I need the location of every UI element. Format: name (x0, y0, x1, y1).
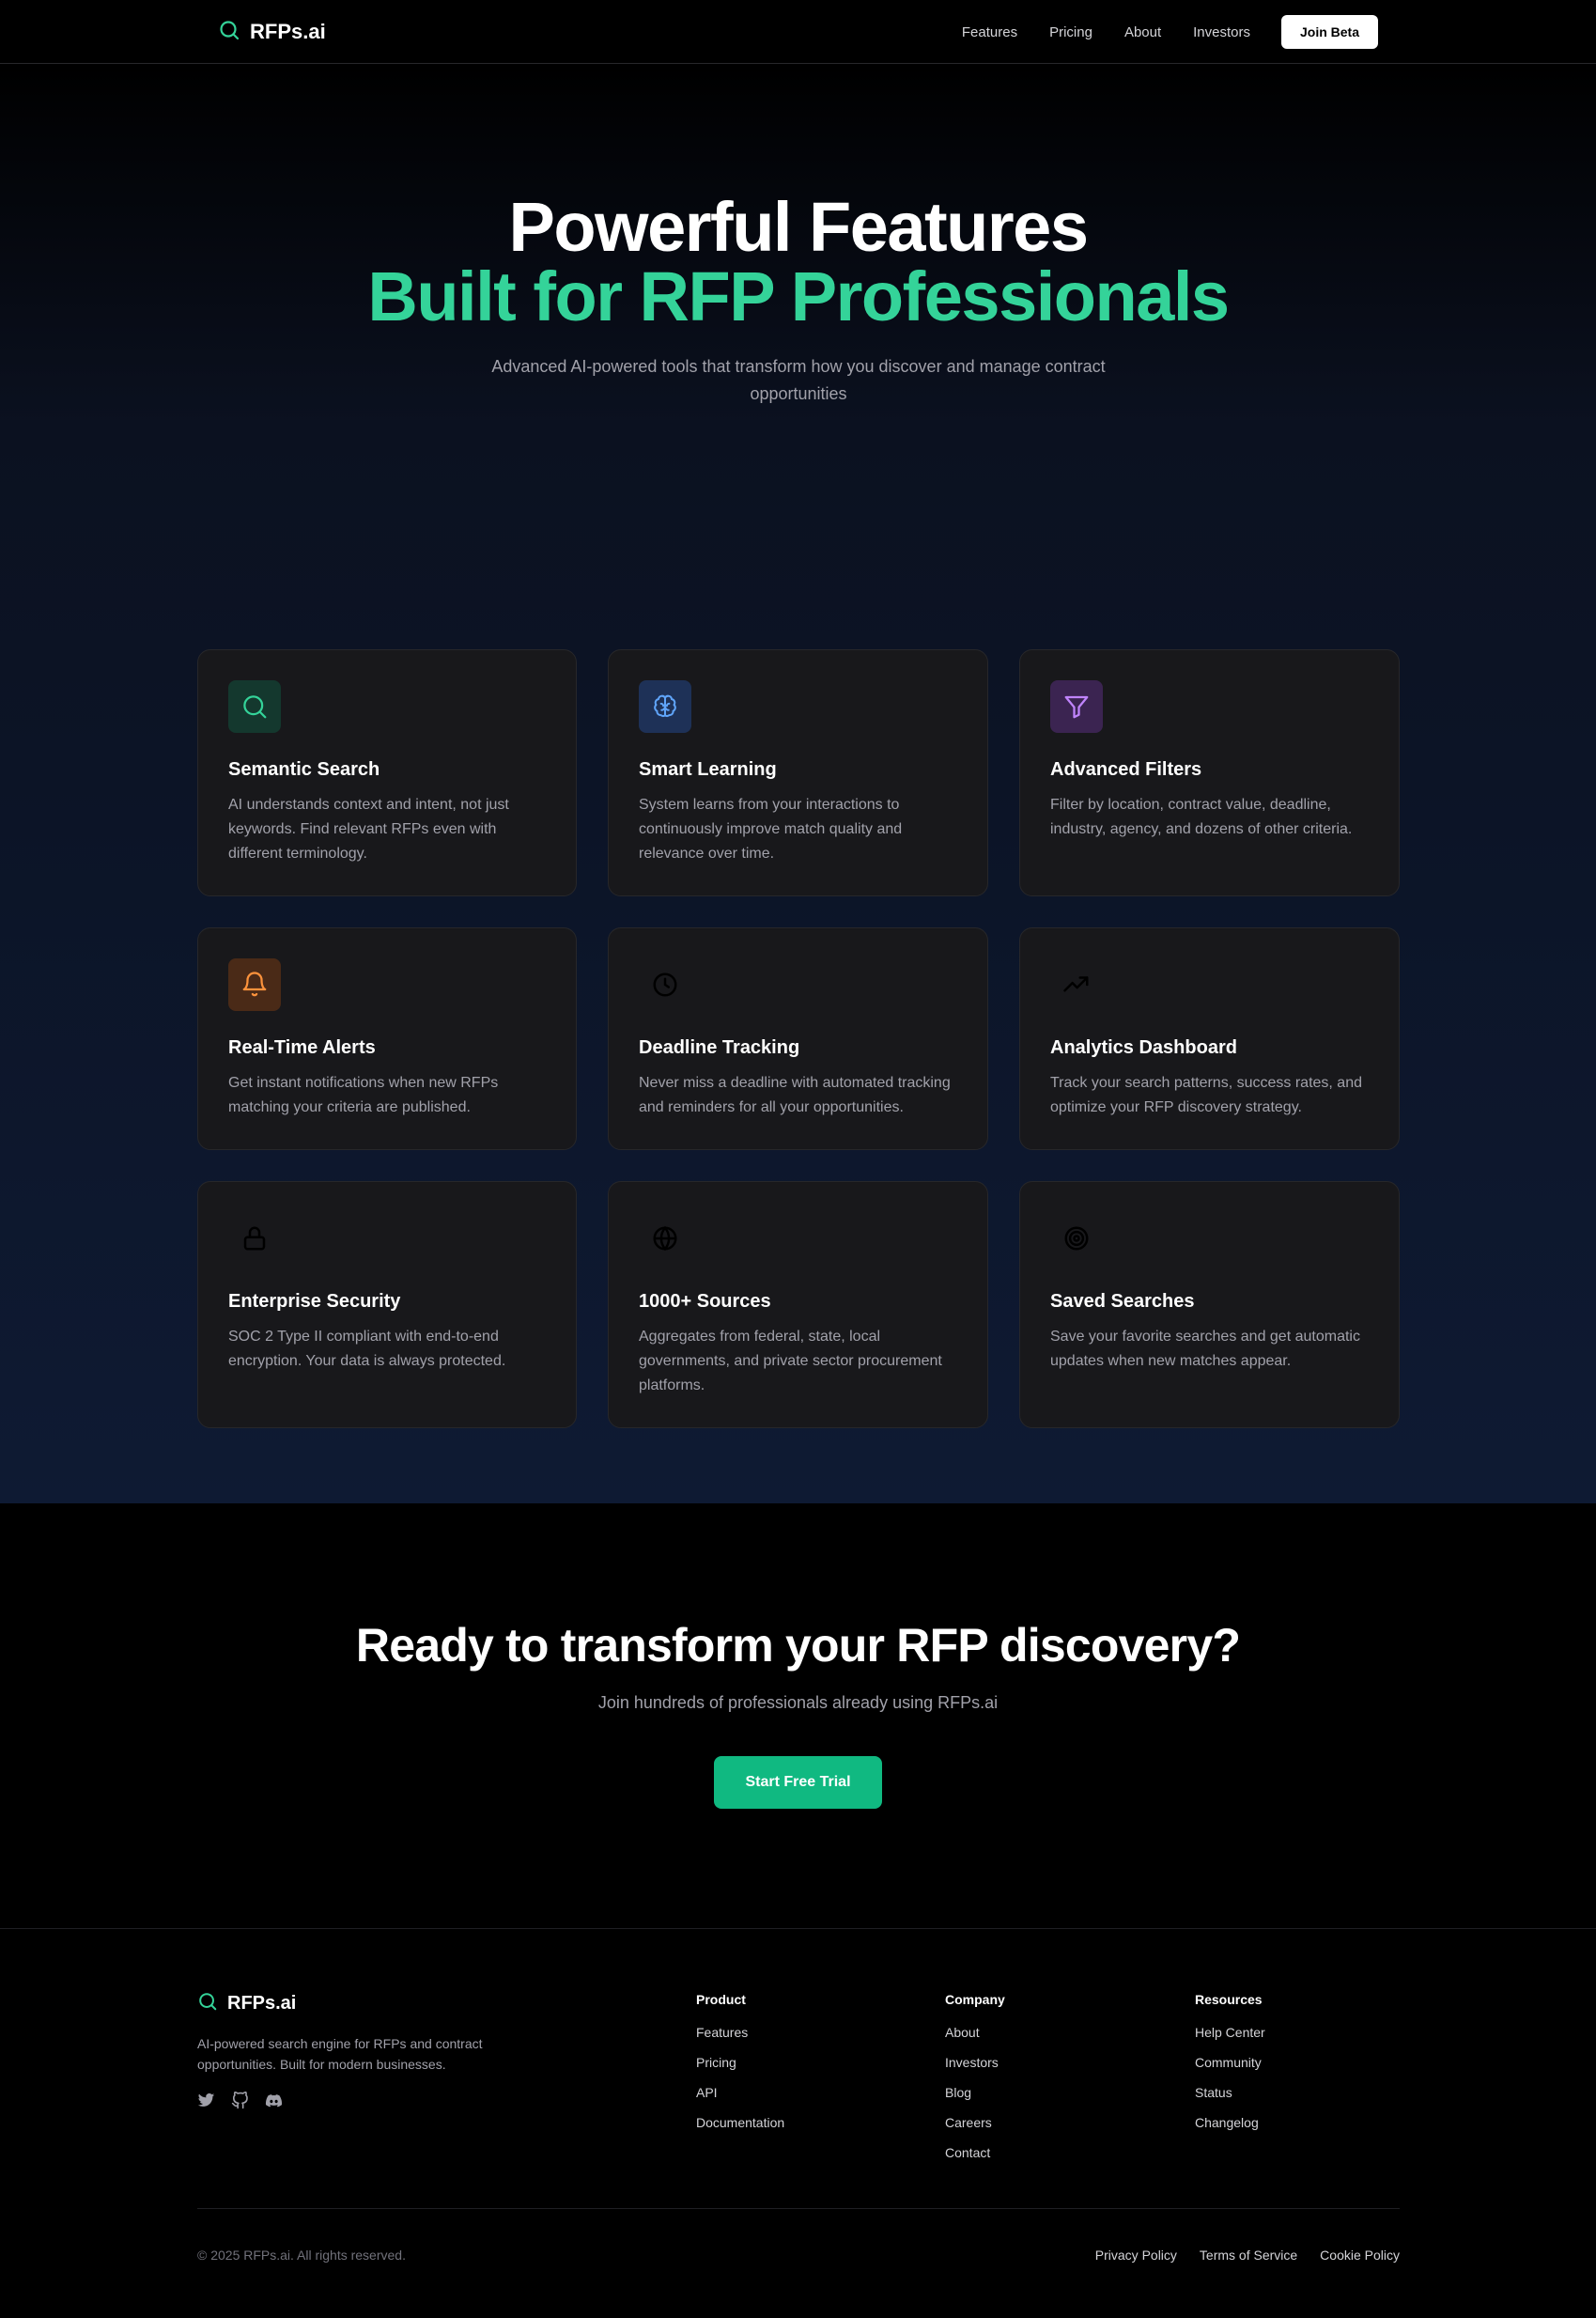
footer-link[interactable]: Blog (945, 2085, 1005, 2115)
feature-description: Get instant notifications when new RFPs … (228, 1075, 499, 1115)
feature-card-real-time-alerts: Real-Time Alerts Get instant notificatio… (197, 927, 577, 1150)
feature-title: 1000+ Sources (639, 1291, 771, 1312)
trending-up-icon (1050, 958, 1103, 1011)
hero-section: Powerful Features Built for RFP Professi… (0, 65, 1596, 1503)
footer-column-product: Product Features Pricing API Documentati… (696, 1992, 784, 2145)
filter-icon (1050, 680, 1103, 733)
twitter-icon[interactable] (197, 2092, 215, 2114)
nav-link-about[interactable]: About (1124, 24, 1161, 40)
nav-link-pricing[interactable]: Pricing (1049, 24, 1092, 40)
bell-icon (228, 958, 281, 1011)
feature-title: Smart Learning (639, 759, 777, 780)
feature-title: Saved Searches (1050, 1291, 1195, 1312)
footer-link[interactable]: Documentation (696, 2115, 784, 2145)
copyright-text: © 2025 RFPs.ai. All rights reserved. (197, 2248, 406, 2263)
feature-card-enterprise-security: Enterprise Security SOC 2 Type II compli… (197, 1181, 577, 1428)
feature-title: Enterprise Security (228, 1291, 401, 1312)
brand-name: RFPs.ai (250, 20, 326, 43)
footer-column-title: Product (696, 1992, 746, 2007)
feature-description: Save your favorite searches and get auto… (1050, 1329, 1360, 1369)
nav-links: Features Pricing About Investors Join Be… (930, 15, 1378, 49)
footer-link[interactable]: Careers (945, 2115, 1005, 2145)
footer-column-title: Resources (1195, 1992, 1263, 2007)
footer: RFPs.ai AI-powered search engine for RFP… (0, 1930, 1596, 2318)
clock-icon (639, 958, 691, 1011)
feature-card-semantic-search: Semantic Search AI understands context a… (197, 649, 577, 896)
feature-description: Aggregates from federal, state, local go… (639, 1329, 942, 1393)
feature-title: Analytics Dashboard (1050, 1037, 1237, 1058)
footer-column-resources: Resources Help Center Community Status C… (1195, 1992, 1265, 2145)
target-icon (1050, 1212, 1103, 1265)
cta-title: Ready to transform your RFP discovery? (355, 1619, 1241, 1672)
feature-card-saved-searches: Saved Searches Save your favorite search… (1019, 1181, 1400, 1428)
cookie-policy-link[interactable]: Cookie Policy (1320, 2248, 1400, 2263)
terms-of-service-link[interactable]: Terms of Service (1200, 2248, 1297, 2263)
navbar-inner: RFPs.ai Features Pricing About Investors… (218, 0, 1378, 64)
brain-icon (639, 680, 691, 733)
feature-title: Advanced Filters (1050, 759, 1202, 780)
join-beta-button[interactable]: Join Beta (1281, 15, 1378, 49)
feature-description: Filter by location, contract value, dead… (1050, 797, 1353, 837)
privacy-policy-link[interactable]: Privacy Policy (1095, 2248, 1177, 2263)
feature-card-advanced-filters: Advanced Filters Filter by location, con… (1019, 649, 1400, 896)
search-icon (218, 19, 240, 46)
feature-description: AI understands context and intent, not j… (228, 797, 509, 862)
nav-link-investors[interactable]: Investors (1193, 24, 1250, 40)
social-links (197, 2091, 283, 2114)
lock-icon (228, 1212, 281, 1265)
feature-title: Semantic Search (228, 759, 380, 780)
footer-link[interactable]: About (945, 2025, 1005, 2055)
start-free-trial-button[interactable]: Start Free Trial (714, 1756, 882, 1809)
hero-title-line1: Powerful Features (508, 188, 1089, 266)
footer-link[interactable]: Help Center (1195, 2025, 1265, 2055)
footer-link[interactable]: Investors (945, 2055, 1005, 2085)
nav-link-features[interactable]: Features (962, 24, 1017, 40)
footer-link[interactable]: Changelog (1195, 2115, 1265, 2145)
footer-column-title: Company (945, 1992, 1005, 2007)
search-icon (228, 680, 281, 733)
footer-link[interactable]: Status (1195, 2085, 1265, 2115)
cta-subtitle: Join hundreds of professionals already u… (597, 1693, 999, 1712)
search-icon (197, 1991, 218, 2016)
feature-card-smart-learning: Smart Learning System learns from your i… (608, 649, 988, 896)
footer-divider (197, 2208, 1400, 2209)
footer-brand-name: RFPs.ai (227, 1993, 297, 2014)
github-icon[interactable] (231, 2091, 249, 2114)
cta-section: Ready to transform your RFP discovery? J… (0, 1503, 1596, 1929)
footer-link[interactable]: Features (696, 2025, 784, 2055)
feature-title: Real-Time Alerts (228, 1037, 376, 1058)
footer-column-company: Company About Investors Blog Careers Con… (945, 1992, 1005, 2175)
footer-link[interactable]: Contact (945, 2145, 1005, 2175)
globe-icon (639, 1212, 691, 1265)
footer-link[interactable]: Community (1195, 2055, 1265, 2085)
feature-description: Never miss a deadline with automated tra… (639, 1075, 951, 1115)
hero-subtitle: Advanced AI-powered tools that transform… (491, 357, 1106, 403)
feature-description: SOC 2 Type II compliant with end-to-end … (228, 1329, 506, 1369)
feature-card-analytics-dashboard: Analytics Dashboard Track your search pa… (1019, 927, 1400, 1150)
feature-description: Track your search patterns, success rate… (1050, 1075, 1362, 1115)
feature-card-deadline-tracking: Deadline Tracking Never miss a deadline … (608, 927, 988, 1150)
hero-title-line2: Built for RFP Professionals (367, 257, 1230, 335)
discord-icon[interactable] (265, 2092, 283, 2114)
brand-logo[interactable]: RFPs.ai (218, 19, 326, 46)
legal-links: Privacy Policy Terms of Service Cookie P… (1095, 2248, 1400, 2263)
footer-description: AI-powered search engine for RFPs and co… (197, 2036, 483, 2072)
top-navbar: RFPs.ai Features Pricing About Investors… (0, 0, 1596, 64)
hero-title: Powerful Features Built for RFP Professi… (0, 193, 1596, 332)
footer-brand-logo[interactable]: RFPs.ai (197, 1991, 296, 2016)
feature-card-sources: 1000+ Sources Aggregates from federal, s… (608, 1181, 988, 1428)
footer-link[interactable]: API (696, 2085, 784, 2115)
feature-title: Deadline Tracking (639, 1037, 800, 1058)
footer-link[interactable]: Pricing (696, 2055, 784, 2085)
feature-description: System learns from your interactions to … (639, 797, 903, 862)
